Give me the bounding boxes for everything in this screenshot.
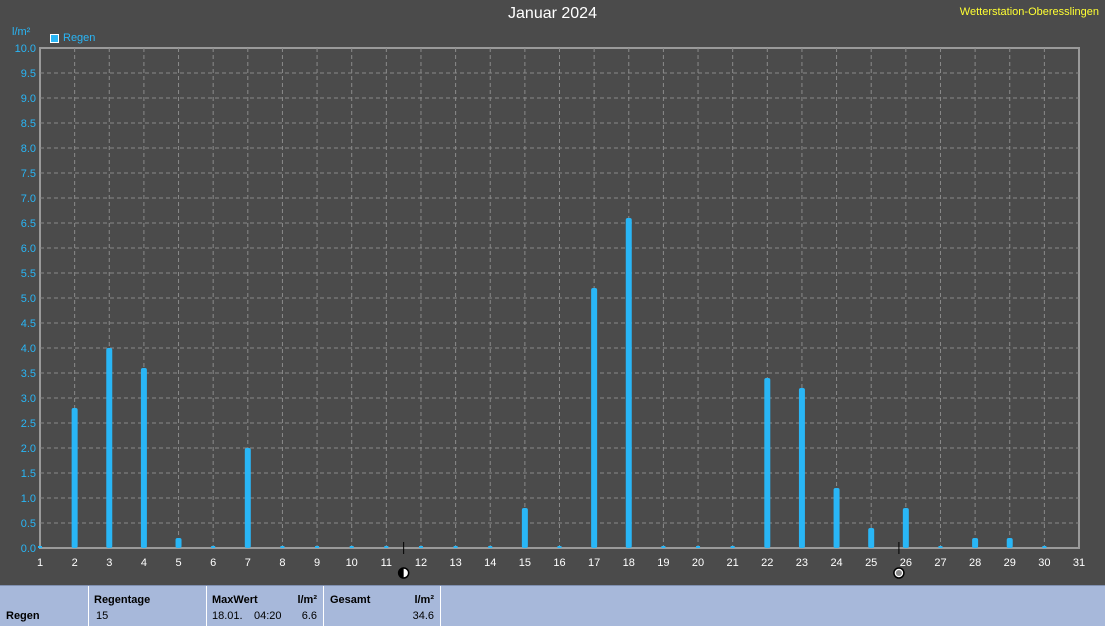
- gesamt-value: 34.6: [412, 610, 434, 622]
- maxwert-time: 04:20: [254, 610, 282, 622]
- x-tick-label: 25: [865, 557, 877, 569]
- rain-bar: [798, 388, 805, 548]
- x-tick-label: 23: [796, 557, 808, 569]
- x-tick-label: 4: [141, 557, 147, 569]
- x-tick-label: 26: [900, 557, 912, 569]
- y-tick-label: 0.0: [21, 543, 36, 555]
- rain-bar: [591, 288, 598, 548]
- regentage-cell: Regentage 15: [88, 586, 207, 626]
- y-tick-label: 2.0: [21, 443, 36, 455]
- rain-bar: [1006, 538, 1013, 548]
- y-tick-label: 6.5: [21, 218, 36, 230]
- x-tick-label: 15: [519, 557, 531, 569]
- x-tick-label: 3: [106, 557, 112, 569]
- maxwert-label: MaxWert: [212, 594, 258, 606]
- y-tick-label: 1.0: [21, 493, 36, 505]
- y-tick-label: 7.5: [21, 168, 36, 180]
- y-tick-label: 1.5: [21, 468, 36, 480]
- gesamt-label: Gesamt: [330, 594, 371, 606]
- rain-bar: [521, 508, 528, 548]
- gesamt-cell: Gesamt l/m² 34.6: [323, 586, 441, 626]
- y-tick-label: 3.0: [21, 393, 36, 405]
- maxwert-cell: MaxWert l/m² 18.01. 04:20 6.6: [206, 586, 324, 626]
- y-tick-label: 5.5: [21, 268, 36, 280]
- y-tick-label: 8.0: [21, 143, 36, 155]
- x-tick-label: 2: [72, 557, 78, 569]
- x-tick-label: 21: [727, 557, 739, 569]
- x-tick-label: 17: [588, 557, 600, 569]
- rain-bar: [71, 408, 78, 548]
- y-tick-label: 4.0: [21, 343, 36, 355]
- x-tick-label: 5: [175, 557, 181, 569]
- y-tick-label: 9.0: [21, 93, 36, 105]
- y-tick-label: 4.5: [21, 318, 36, 330]
- rain-chart: 0.0 0.5 1.0 1.5 2.0 2.5 3.0 3.5 4.0 4.5 5.0 5.5 6.0 6…: [15, 43, 1085, 579]
- rain-bar: [972, 538, 979, 548]
- x-tick-label: 24: [830, 557, 842, 569]
- x-tick-label: 14: [484, 557, 496, 569]
- rain-bar: [902, 508, 909, 548]
- x-tick-label: 11: [381, 557, 392, 569]
- y-tick-label: 8.5: [21, 118, 36, 130]
- x-tick-label: 28: [969, 557, 981, 569]
- x-tick-label: 10: [346, 557, 358, 569]
- y-tick-label: 9.5: [21, 68, 36, 80]
- regentage-value: 15: [96, 610, 109, 622]
- rain-bar: [106, 348, 113, 548]
- y-tick-label: 6.0: [21, 243, 36, 255]
- x-tick-label: 22: [761, 557, 773, 569]
- x-tick-label: 12: [415, 557, 427, 569]
- x-tick-label: 30: [1038, 557, 1050, 569]
- x-tick-label: 8: [279, 557, 285, 569]
- x-tick-label: 13: [449, 557, 461, 569]
- regentage-label: Regentage: [94, 594, 151, 606]
- rain-bar: [175, 538, 182, 548]
- y-tick-label: 5.0: [21, 293, 36, 305]
- x-tick-label: 7: [245, 557, 251, 569]
- maxwert-date: 18.01.: [212, 610, 243, 622]
- x-tick-label: 29: [1004, 557, 1016, 569]
- footer-row-label: Regen: [6, 610, 40, 622]
- y-tick-label: 0.5: [21, 518, 36, 530]
- maxwert-value: 6.6: [301, 610, 317, 622]
- x-tick-label: 20: [692, 557, 704, 569]
- rain-bar: [244, 448, 251, 548]
- footer-row-label-cell: Regen: [0, 586, 89, 626]
- gesamt-unit: l/m²: [414, 594, 434, 606]
- maxwert-unit: l/m²: [297, 594, 317, 606]
- rain-bar: [868, 528, 875, 548]
- rain-bar: [833, 488, 840, 548]
- y-tick-label: 7.0: [21, 193, 36, 205]
- x-tick-label: 1: [37, 557, 43, 569]
- summary-footer: Regen Regentage 15 MaxWert l/m² 18.01. 0…: [0, 585, 1105, 626]
- x-tick-label: 9: [314, 557, 320, 569]
- rain-bar: [625, 218, 632, 548]
- x-tick-label: 16: [553, 557, 565, 569]
- rain-bar: [140, 368, 147, 548]
- x-tick-label: 18: [623, 557, 635, 569]
- y-tick-label: 3.5: [21, 368, 36, 380]
- y-tick-label: 10.0: [15, 43, 36, 55]
- rain-bar: [764, 378, 771, 548]
- x-tick-label: 27: [934, 557, 946, 569]
- moon-shadow: [895, 570, 902, 576]
- y-tick-label: 2.5: [21, 418, 36, 430]
- x-tick-label: 6: [210, 557, 216, 569]
- x-tick-label: 31: [1073, 557, 1085, 569]
- x-tick-label: 19: [657, 557, 669, 569]
